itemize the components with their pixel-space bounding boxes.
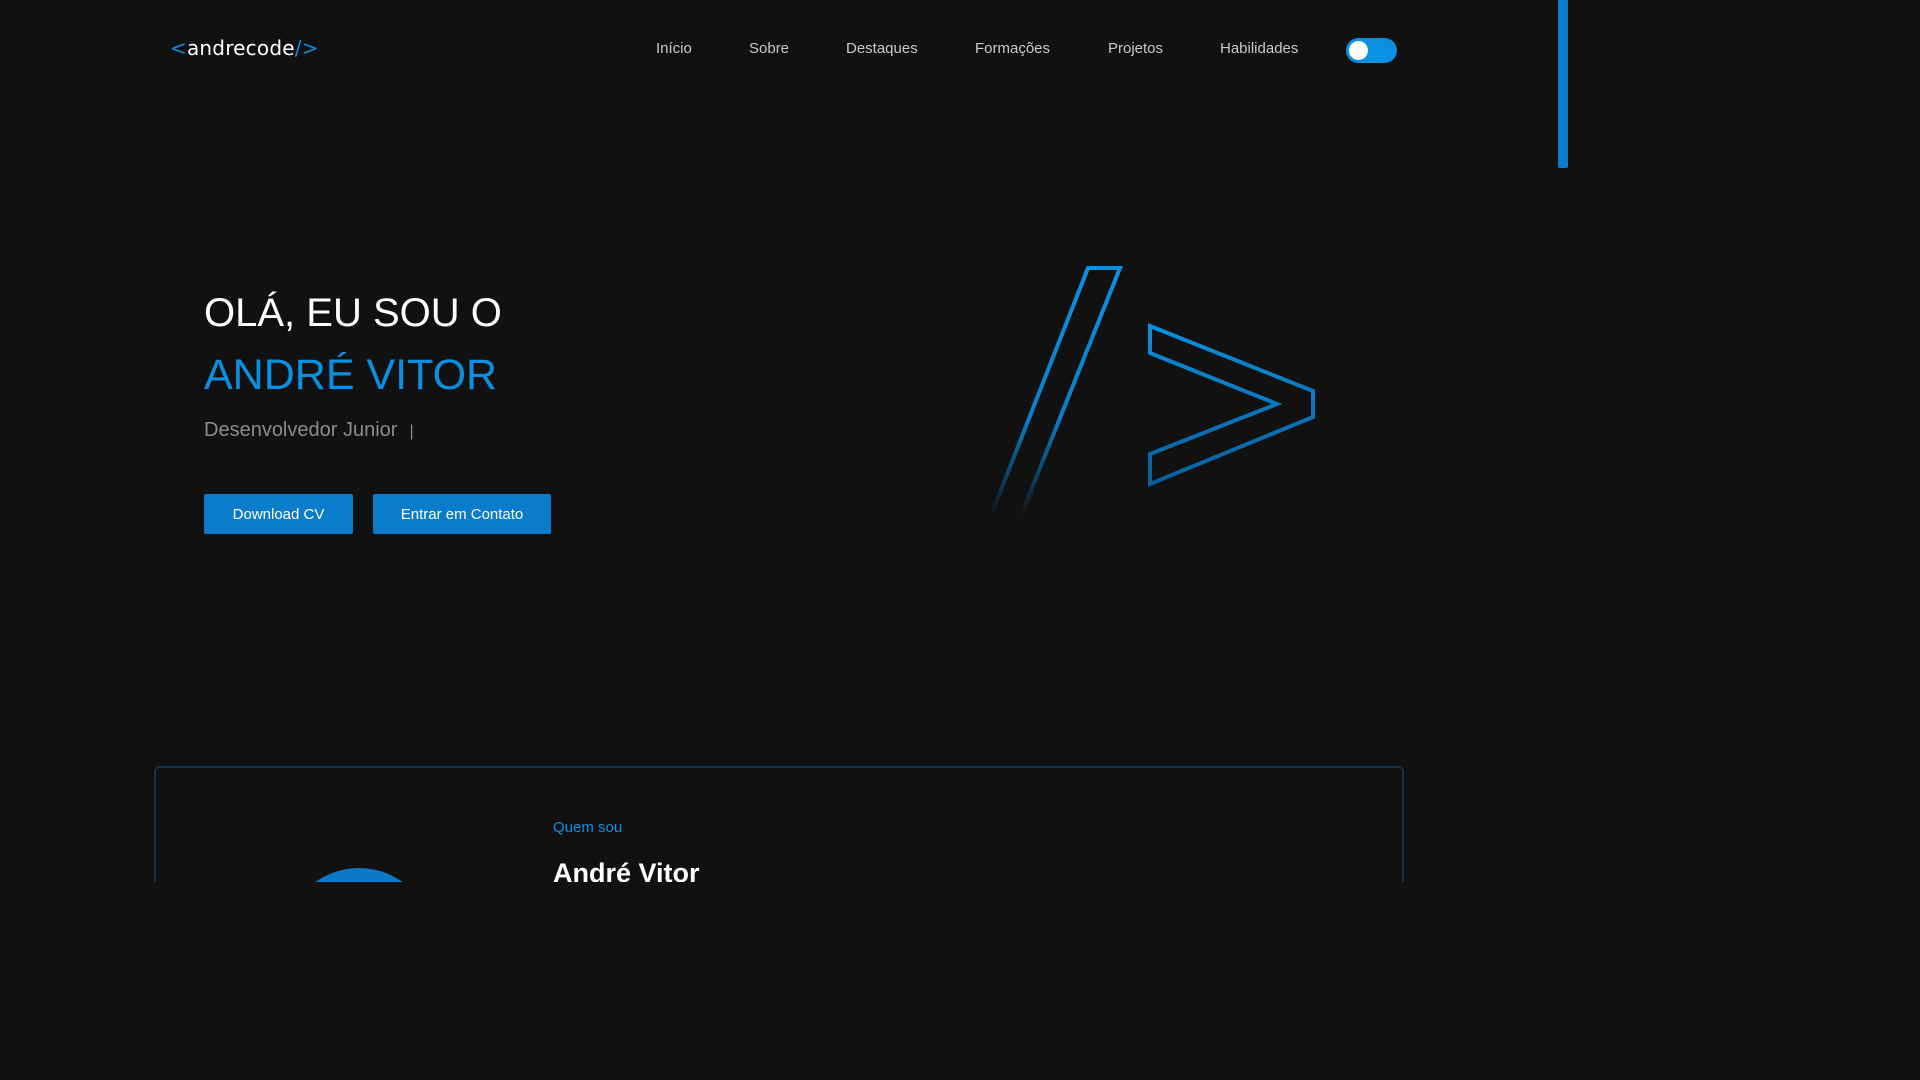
contact-button[interactable]: Entrar em Contato — [373, 494, 551, 534]
nav-links: Início Sobre Destaques Formações Projeto… — [0, 40, 1556, 64]
download-cv-button[interactable]: Download CV — [204, 494, 353, 534]
about-card: Quem sou André Vitor — [154, 766, 1404, 882]
nav-link-habilidades[interactable]: Habilidades — [1220, 40, 1298, 57]
about-name: André Vitor — [553, 858, 700, 882]
theme-toggle-knob — [1349, 41, 1368, 60]
scrollbar-thumb[interactable] — [1558, 0, 1568, 168]
nav-link-destaques[interactable]: Destaques — [846, 40, 918, 57]
slash-shape — [987, 266, 1123, 520]
hero-name: ANDRÉ VITOR — [204, 351, 498, 399]
portfolio-page: <andrecode/> Início Sobre Destaques Form… — [0, 0, 1568, 882]
typing-caret: | — [409, 423, 414, 440]
nav-link-projetos[interactable]: Projetos — [1108, 40, 1163, 57]
hero-role: Desenvolvedor Junior | — [204, 419, 414, 442]
navbar: <andrecode/> Início Sobre Destaques Form… — [0, 0, 1556, 100]
nav-link-formacoes[interactable]: Formações — [975, 40, 1050, 57]
chevron-shape — [1148, 323, 1315, 487]
nav-link-inicio[interactable]: Início — [656, 40, 692, 57]
hero-role-text: Desenvolvedor Junior — [204, 419, 398, 441]
about-tag: Quem sou — [553, 819, 623, 836]
avatar — [284, 868, 434, 882]
scrollbar[interactable] — [1556, 0, 1568, 882]
hero-greeting: OLÁ, EU SOU O — [204, 291, 502, 335]
theme-toggle[interactable] — [1346, 38, 1397, 63]
code-slash-chevron-icon — [987, 266, 1315, 520]
nav-link-sobre[interactable]: Sobre — [749, 40, 789, 57]
